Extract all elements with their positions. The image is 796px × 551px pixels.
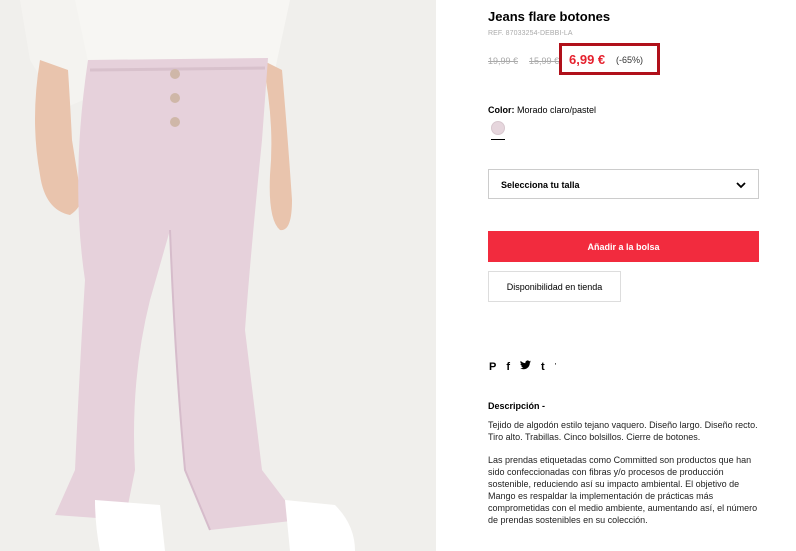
product-title: Jeans flare botones — [488, 9, 611, 24]
social-share-bar: P f t ' — [489, 360, 556, 374]
size-select-label: Selecciona tu talla — [501, 180, 580, 190]
color-label: Color: Morado claro/pastel — [488, 105, 596, 115]
product-image — [0, 0, 436, 551]
description-paragraph-2: Las prendas etiquetadas como Committed s… — [488, 455, 758, 525]
discount-badge: (-65%) — [616, 55, 644, 65]
swatch-selected-indicator — [491, 139, 505, 140]
sale-price: 6,99 € — [569, 52, 606, 67]
color-value: Morado claro/pastel — [517, 105, 597, 115]
pinterest-icon[interactable]: P — [489, 360, 496, 374]
facebook-icon[interactable]: f — [506, 360, 510, 374]
store-availability-button[interactable]: Disponibilidad en tienda — [488, 271, 621, 302]
color-swatch[interactable] — [491, 121, 505, 135]
chevron-down-icon — [735, 178, 747, 196]
more-share-icon[interactable]: ' — [555, 360, 557, 374]
product-ref: REF. 87033254-DEBBI-LA — [488, 30, 573, 37]
tumblr-icon[interactable]: t — [541, 360, 545, 374]
previous-price: 15,99 € — [529, 56, 560, 66]
twitter-icon[interactable] — [520, 360, 532, 374]
description-title[interactable]: Descripción - — [488, 401, 545, 411]
add-to-bag-button[interactable]: Añadir a la bolsa — [488, 231, 759, 262]
size-select[interactable]: Selecciona tu talla — [488, 169, 759, 199]
description-paragraph-1: Tejido de algodón estilo tejano vaquero.… — [488, 420, 758, 442]
original-price: 19,99 € — [488, 56, 519, 66]
product-photo[interactable] — [0, 0, 436, 551]
color-label-key: Color: — [488, 105, 515, 115]
